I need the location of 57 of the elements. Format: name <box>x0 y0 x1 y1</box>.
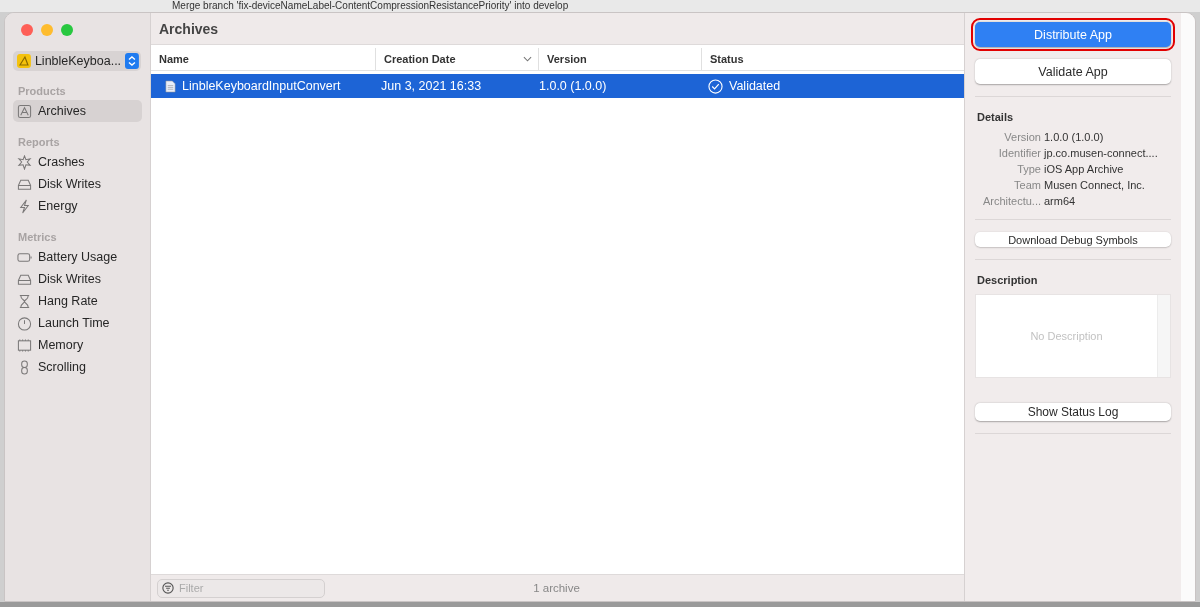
sidebar-item[interactable]: Crashes <box>13 151 142 173</box>
close-button[interactable] <box>21 24 33 36</box>
check-circle-icon <box>708 78 723 94</box>
download-debug-symbols-button[interactable]: Download Debug Symbols <box>975 232 1171 247</box>
filter-field[interactable]: Filter <box>157 578 325 598</box>
sidebar-item[interactable]: Battery Usage <box>13 246 142 268</box>
bolt-icon <box>17 198 32 214</box>
description-heading: Description <box>977 274 1039 286</box>
sidebar-item[interactable]: Energy <box>13 195 142 217</box>
detail-label: Type <box>1016 163 1041 175</box>
sidebar-section-title: Reports <box>17 135 61 150</box>
app-icon <box>17 54 31 68</box>
archive-row[interactable]: LinbleKeyboardInputConvert Jun 3, 2021 16:33 1.0.0 (1.0.0) Validated <box>151 74 964 98</box>
sidebar-item[interactable]: Scrolling <box>13 356 142 378</box>
column-header[interactable]: Name <box>151 48 376 70</box>
filter-icon <box>162 582 174 594</box>
detail-label: Architectu... <box>981 195 1041 207</box>
detail-value: Musen Connect, Inc. <box>1044 179 1146 191</box>
background-commit-message: Merge branch 'fix-deviceNameLabel-ContentCompressionResistancePriority' into develop <box>172 0 570 11</box>
clock-icon <box>17 315 32 331</box>
detail-label: Version <box>1003 131 1041 143</box>
sidebar-section-title: Products <box>17 84 67 99</box>
sidebar-item[interactable]: Hang Rate <box>13 290 142 312</box>
detail-value: 1.0.0 (1.0.0) <box>1044 131 1105 143</box>
archive-icon <box>17 103 32 119</box>
document-icon <box>165 79 176 93</box>
show-status-log-button[interactable]: Show Status Log <box>975 403 1171 421</box>
zoom-button[interactable] <box>61 24 73 36</box>
column-header[interactable]: Creation Date <box>376 48 539 70</box>
minimize-button[interactable] <box>41 24 53 36</box>
details-heading: Details <box>977 111 1015 123</box>
table-cell: LinbleKeyboardInputConvert <box>182 79 341 93</box>
sidebar-item[interactable]: Memory <box>13 334 142 356</box>
detail-value: arm64 <box>1044 195 1077 207</box>
sort-chevron-icon <box>523 56 532 62</box>
sidebar-section-title: Metrics <box>17 230 58 245</box>
table-cell: Jun 3, 2021 16:33 <box>381 79 482 93</box>
scheme-popup[interactable]: LinbleKeyboa... <box>13 51 141 71</box>
detail-label: Team <box>1013 179 1041 191</box>
detail-value: iOS App Archive <box>1044 163 1125 175</box>
sidebar-item[interactable]: Disk Writes <box>13 268 142 290</box>
crash-icon <box>17 154 32 170</box>
memory-icon <box>17 337 32 353</box>
window-title: Archives <box>159 20 219 37</box>
sidebar-item[interactable]: Disk Writes <box>13 173 142 195</box>
archive-count: 1 archive <box>532 582 581 594</box>
validate-app-button[interactable]: Validate App <box>975 59 1171 84</box>
detail-label: Identifier <box>997 147 1041 159</box>
table-cell: Validated <box>729 79 781 93</box>
sidebar-item[interactable]: Launch Time <box>13 312 142 334</box>
detail-value: jp.co.musen-connect.... <box>1044 147 1159 159</box>
hourglass-icon <box>17 293 32 309</box>
updown-chevron-icon <box>125 53 139 69</box>
column-header[interactable]: Version <box>539 48 702 70</box>
sidebar-item[interactable]: Archives <box>13 100 142 122</box>
table-cell: 1.0.0 (1.0.0) <box>539 79 607 93</box>
column-header[interactable]: Status <box>702 48 964 70</box>
